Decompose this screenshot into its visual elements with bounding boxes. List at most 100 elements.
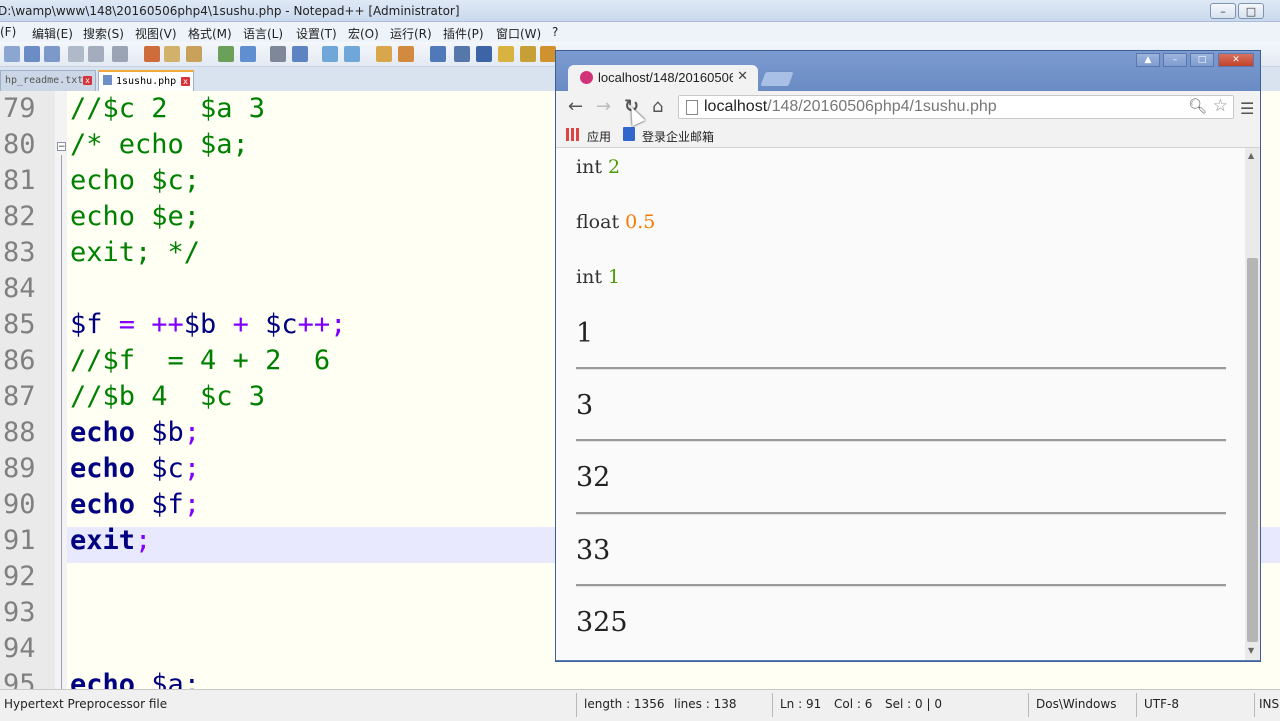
new-file-icon[interactable] <box>4 46 20 62</box>
new-tab-button[interactable] <box>759 71 795 87</box>
code-keyword: echo <box>70 417 136 448</box>
code-line: echo $e; <box>70 201 201 232</box>
horizontal-rule <box>576 367 1226 370</box>
user-icon[interactable]: ▲ <box>1136 53 1160 67</box>
npp-window-title: D:\wamp\www\148\20160506php4\1sushu.php … <box>0 4 460 18</box>
menu-file[interactable]: (F) <box>0 25 16 39</box>
save-all-icon[interactable] <box>44 46 60 62</box>
code-token: ; <box>183 417 201 448</box>
copy-icon[interactable] <box>164 46 180 62</box>
menu-window[interactable]: 窗口(W) <box>496 25 541 42</box>
code-line: echo $f; <box>70 487 200 523</box>
code-variable: $f <box>135 489 184 520</box>
status-selection: Sel : 0 | 0 <box>885 697 942 711</box>
redo-icon[interactable] <box>240 46 256 62</box>
var-value: 0.5 <box>625 211 656 233</box>
menu-run[interactable]: 运行(R) <box>390 25 432 42</box>
maximize-button[interactable]: □ <box>1190 53 1214 67</box>
status-file-type: Hypertext Preprocessor file <box>4 697 168 711</box>
tab-1sushu[interactable]: 1sushu.php x <box>98 70 194 91</box>
close-file-icon[interactable] <box>68 46 84 62</box>
code-token: ++; <box>297 309 347 340</box>
line-number: 81 <box>3 165 36 196</box>
scroll-down-icon[interactable]: ▼ <box>1248 646 1254 655</box>
back-icon[interactable]: ← <box>568 96 583 117</box>
bookmark-star-icon[interactable]: ☆ <box>1213 96 1228 116</box>
status-line-number: Ln : 91 <box>780 697 822 711</box>
bookmark-apps[interactable]: 应用 <box>587 128 611 145</box>
menu-plugins[interactable]: 插件(P) <box>443 25 484 42</box>
menu-macro[interactable]: 宏(O) <box>348 25 379 42</box>
maximize-button[interactable]: □ <box>1238 3 1264 19</box>
menu-language[interactable]: 语言(L) <box>243 25 283 42</box>
line-number: 79 <box>3 93 36 124</box>
code-line: echo $b; <box>70 415 200 451</box>
status-column: Col : 6 <box>834 697 873 711</box>
undo-icon[interactable] <box>218 46 234 62</box>
save-icon[interactable] <box>24 46 40 62</box>
print-icon[interactable] <box>112 46 128 62</box>
var-dump-line: int 2 <box>576 156 620 178</box>
bookmark-email[interactable]: 登录企业邮箱 <box>642 128 714 145</box>
code-line: echo $c; <box>70 165 201 196</box>
zoom-icon[interactable]: 🔍︎ <box>1188 97 1207 115</box>
page-content: int 2 float 0.5 int 1 1 3 32 33 325 ▲ ▼ <box>556 148 1260 660</box>
chrome-menu-icon[interactable]: ☰ <box>1240 99 1254 118</box>
zoom-in-icon[interactable] <box>322 46 338 62</box>
code-keyword: exit <box>70 525 136 556</box>
menu-search[interactable]: 搜索(S) <box>83 25 124 42</box>
var-value: 1 <box>608 266 621 288</box>
close-icon[interactable]: x <box>181 77 190 86</box>
line-number: 80 <box>3 129 36 160</box>
url-host: localhost <box>704 98 768 115</box>
minimize-button[interactable]: – <box>1210 3 1236 19</box>
scroll-thumb[interactable] <box>1247 258 1258 642</box>
show-symbols-icon[interactable] <box>454 46 470 62</box>
code-line: //$f = 4 + 2 6 <box>70 345 331 376</box>
tab-readme[interactable]: hp_readme.txt x <box>0 70 96 91</box>
close-tab-icon[interactable]: ✕ <box>737 69 748 84</box>
paste-icon[interactable] <box>186 46 202 62</box>
code-line: exit; <box>70 523 151 559</box>
code-line: /* echo $a; <box>70 129 249 160</box>
find-icon[interactable] <box>270 46 286 62</box>
indent-guide-icon[interactable] <box>430 46 446 62</box>
horizontal-rule <box>576 584 1226 587</box>
close-icon[interactable]: x <box>83 76 92 85</box>
address-bar[interactable]: localhost/148/20160506php4/1sushu.php 🔍︎… <box>678 95 1234 119</box>
menu-view[interactable]: 视图(V) <box>135 25 177 42</box>
sync-scroll-icon[interactable] <box>376 46 392 62</box>
scroll-up-icon[interactable]: ▲ <box>1248 151 1254 160</box>
code-variable: $c <box>135 453 184 484</box>
line-number: 90 <box>3 489 36 520</box>
browser-tab[interactable]: localhost/148/20160506 ✕ <box>568 65 758 91</box>
status-eol: Dos\Windows <box>1036 697 1117 711</box>
code-line: $f = ++$b + $c++; <box>70 307 346 343</box>
wrap-icon[interactable] <box>398 46 414 62</box>
line-number: 91 <box>3 525 36 556</box>
forward-icon[interactable]: → <box>596 96 611 117</box>
close-all-icon[interactable] <box>88 46 104 62</box>
apps-icon[interactable] <box>566 128 579 141</box>
line-number: 94 <box>3 633 36 664</box>
output-value: 32 <box>576 462 611 493</box>
menu-format[interactable]: 格式(M) <box>188 25 232 42</box>
fold-line <box>61 155 62 689</box>
code-line: //$b 4 $c 3 <box>70 381 266 412</box>
close-button[interactable]: ✕ <box>1218 53 1254 67</box>
replace-icon[interactable] <box>292 46 308 62</box>
vertical-scrollbar[interactable]: ▲ ▼ <box>1245 148 1260 660</box>
fold-toggle-icon[interactable]: − <box>57 142 66 152</box>
macro-save-icon[interactable] <box>540 46 556 62</box>
code-token: ; <box>135 525 152 556</box>
menu-edit[interactable]: 编辑(E) <box>32 25 73 42</box>
menu-settings[interactable]: 设置(T) <box>296 25 337 42</box>
macro-record-icon[interactable] <box>498 46 514 62</box>
home-icon[interactable]: ⌂ <box>652 96 663 117</box>
cut-icon[interactable] <box>144 46 160 62</box>
menu-help[interactable]: ? <box>552 25 558 39</box>
fold-icon[interactable] <box>476 46 492 62</box>
minimize-button[interactable]: – <box>1163 53 1187 67</box>
zoom-out-icon[interactable] <box>344 46 360 62</box>
macro-play-icon[interactable] <box>520 46 536 62</box>
